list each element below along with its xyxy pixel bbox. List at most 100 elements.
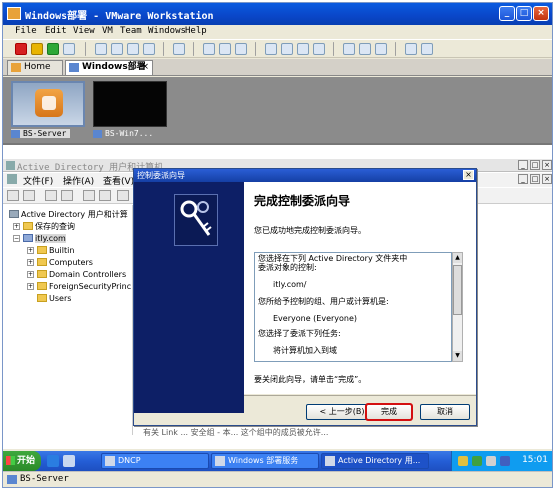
- tab-home[interactable]: Home: [7, 60, 63, 75]
- summary-line: 您选择了委派下列任务:: [258, 329, 341, 338]
- guest-taskbar: 开始 DNCP Windows 部署服务 Active Directory 用.…: [3, 451, 552, 471]
- tray-icon[interactable]: [486, 456, 496, 466]
- cut-icon[interactable]: [83, 190, 95, 201]
- menu-file[interactable]: File: [15, 26, 37, 36]
- scroll-down-icon[interactable]: ▼: [453, 351, 462, 361]
- domain-icon: [23, 234, 33, 242]
- ad-menu-view[interactable]: 查看(V): [103, 174, 134, 187]
- scroll-thumb[interactable]: [453, 265, 462, 315]
- ad-maximize-button[interactable]: □: [530, 160, 540, 170]
- expand-icon[interactable]: +: [27, 283, 34, 290]
- task-active-directory[interactable]: Active Directory 用...: [321, 453, 429, 469]
- ad-inner-close-button[interactable]: ×: [542, 174, 552, 184]
- menu-edit[interactable]: Edit: [45, 26, 67, 36]
- menu-vm[interactable]: VM: [102, 26, 113, 36]
- start-button[interactable]: 开始: [3, 451, 41, 471]
- ad-inner-maximize-button[interactable]: □: [530, 174, 540, 184]
- record-icon[interactable]: [405, 43, 417, 55]
- tree-item-foreign-security[interactable]: + ForeignSecurityPrinc: [3, 281, 131, 292]
- vmware-title-bar[interactable]: Windows部署 - VMware Workstation _ □ ×: [3, 3, 552, 25]
- maximize-button[interactable]: □: [516, 6, 532, 21]
- expand-icon[interactable]: +: [27, 259, 34, 266]
- expand-icon[interactable]: +: [27, 271, 34, 278]
- ad-tree-pane: Active Directory 用户和计算 + 保存的查询 − itly.co…: [3, 205, 133, 435]
- minimize-button[interactable]: _: [499, 6, 515, 21]
- show-tree-icon[interactable]: [61, 190, 73, 201]
- tree-domain[interactable]: − itly.com: [3, 233, 66, 244]
- snapshot-icon[interactable]: [95, 43, 107, 55]
- view-quick-switch-icon[interactable]: [281, 43, 293, 55]
- wizard-title-bar[interactable]: 控制委派向导 ×: [134, 169, 476, 182]
- show-desktop-icon[interactable]: [63, 455, 75, 467]
- expand-icon[interactable]: +: [13, 223, 20, 230]
- cancel-button[interactable]: 取消: [420, 404, 470, 420]
- tree-saved-queries[interactable]: + 保存的查询: [3, 221, 75, 232]
- console-icon[interactable]: [235, 43, 247, 55]
- view-unity-icon[interactable]: [297, 43, 309, 55]
- wizard-title: 控制委派向导: [137, 171, 185, 180]
- menu-view[interactable]: View: [73, 26, 95, 36]
- wizard-close-icon[interactable]: ×: [463, 170, 474, 180]
- tab-windows-deploy[interactable]: Windows部署 ×: [65, 60, 153, 75]
- vm-icon: [69, 63, 79, 72]
- vm-thumbnail-bs-win7[interactable]: BS-Win7...: [91, 81, 169, 143]
- ad-minimize-button[interactable]: _: [518, 160, 528, 170]
- scroll-up-icon[interactable]: ▲: [453, 253, 462, 263]
- team-icon[interactable]: [203, 43, 215, 55]
- toolbar-separator: [255, 42, 256, 56]
- ad-icon: [325, 456, 335, 466]
- tree-item-builtin[interactable]: + Builtin: [3, 245, 74, 256]
- vm-thumbnail-strip: BS-Server BS-Win7...: [3, 77, 552, 143]
- close-button[interactable]: ×: [533, 6, 549, 21]
- tab-close-icon[interactable]: ×: [141, 61, 149, 74]
- console-view-icon[interactable]: [359, 43, 371, 55]
- back-arrow-icon[interactable]: [7, 190, 19, 201]
- task-wds[interactable]: Windows 部署服务: [211, 453, 319, 469]
- reset-icon[interactable]: [63, 43, 75, 55]
- expand-icon[interactable]: +: [27, 247, 34, 254]
- wizard-summary-box[interactable]: 您选择在下列 Active Directory 文件夹中 委派对象的控制: it…: [254, 252, 452, 362]
- forward-arrow-icon[interactable]: [23, 190, 35, 201]
- wizard-summary-scrollbar[interactable]: ▲ ▼: [452, 252, 463, 362]
- snapshot-manager-icon[interactable]: [127, 43, 139, 55]
- ad-menu-file[interactable]: 文件(F): [23, 174, 53, 187]
- tree-item-domain-controllers[interactable]: + Domain Controllers: [3, 269, 126, 280]
- menu-windows[interactable]: Windows: [148, 26, 186, 36]
- revert-snapshot-icon[interactable]: [111, 43, 123, 55]
- tree-root[interactable]: Active Directory 用户和计算: [3, 209, 128, 220]
- tray-icon[interactable]: [458, 456, 468, 466]
- up-folder-icon[interactable]: [45, 190, 57, 201]
- view-thumbnail-icon[interactable]: [313, 43, 325, 55]
- view-full-screen-icon[interactable]: [265, 43, 277, 55]
- delete-icon[interactable]: [117, 190, 129, 201]
- power-off-icon[interactable]: [15, 43, 27, 55]
- tree-item-users[interactable]: Users: [3, 293, 71, 304]
- vmware-toolbar: [3, 39, 552, 58]
- toolbar-separator: [333, 42, 334, 56]
- suspend-icon[interactable]: [31, 43, 43, 55]
- tray-icon[interactable]: [472, 456, 482, 466]
- vm-icon: [7, 475, 17, 484]
- tree-item-computers[interactable]: + Computers: [3, 257, 93, 268]
- power-on-icon[interactable]: [47, 43, 59, 55]
- menu-help[interactable]: Help: [185, 26, 207, 36]
- ad-console-icon: [6, 161, 15, 170]
- tray-icon[interactable]: [500, 456, 510, 466]
- ie-icon[interactable]: [47, 455, 59, 467]
- summary-icon[interactable]: [343, 43, 355, 55]
- appliance-view-icon[interactable]: [375, 43, 387, 55]
- copy-icon[interactable]: [99, 190, 111, 201]
- ad-close-button[interactable]: ×: [542, 160, 552, 170]
- task-dhcp[interactable]: DNCP: [101, 453, 209, 469]
- ad-inner-minimize-button[interactable]: _: [518, 174, 528, 184]
- collapse-icon[interactable]: −: [13, 235, 20, 242]
- menu-team[interactable]: Team: [120, 26, 142, 36]
- vm-thumbnail-bs-server[interactable]: BS-Server: [9, 81, 87, 143]
- vm-thumbnail-label: BS-Server: [11, 129, 71, 138]
- ad-menu-action[interactable]: 操作(A): [63, 174, 94, 187]
- play-icon[interactable]: [421, 43, 433, 55]
- clone-icon[interactable]: [143, 43, 155, 55]
- favorites-icon[interactable]: [219, 43, 231, 55]
- settings-icon[interactable]: [173, 43, 185, 55]
- finish-button[interactable]: 完成: [365, 403, 413, 421]
